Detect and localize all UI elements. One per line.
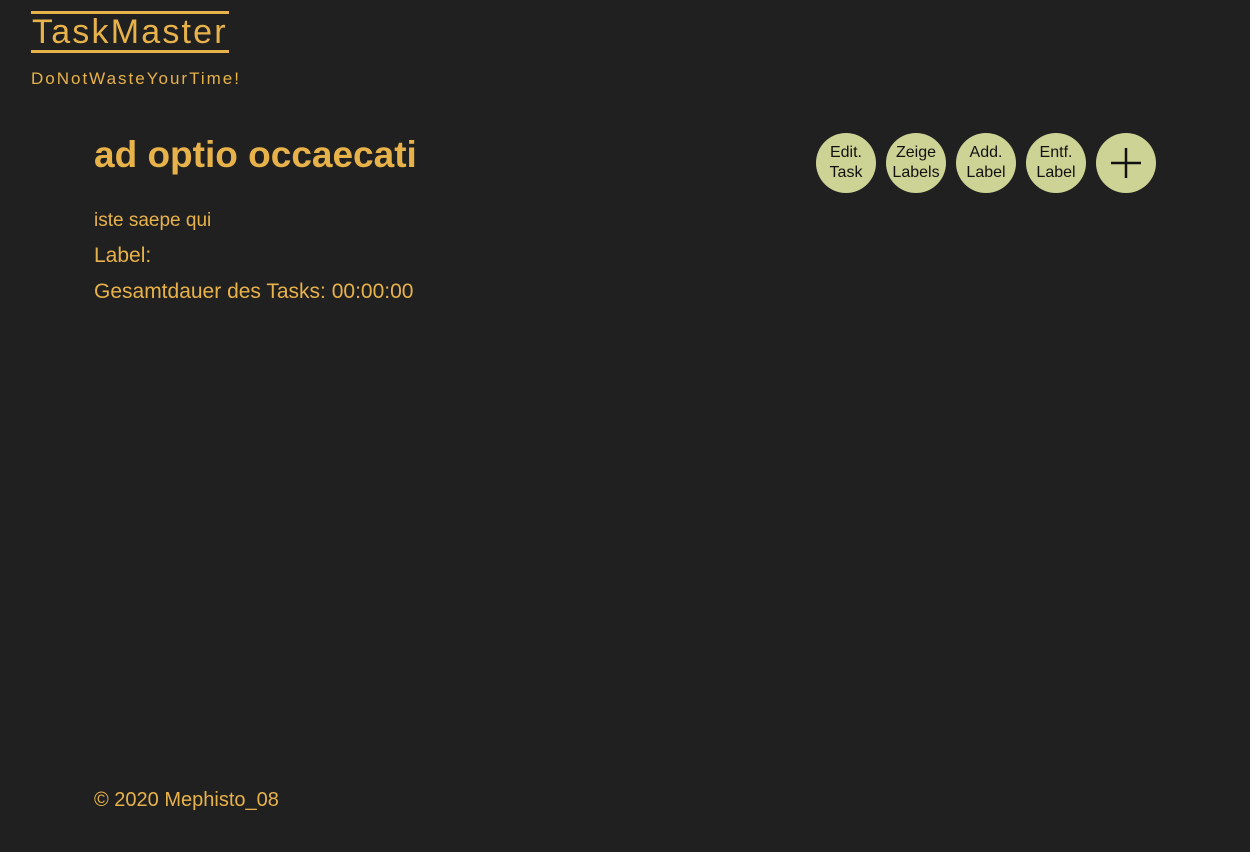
task-actions: Edit. Task Zeige Labels Add. Label Entf.…: [816, 133, 1156, 193]
show-labels-button-label: Zeige Labels: [892, 144, 940, 181]
remove-label-button[interactable]: Entf. Label: [1026, 133, 1086, 193]
footer-copyright: © 2020 Mephisto_08: [94, 789, 279, 811]
page: TaskMaster DoNotWasteYourTime! ad optio …: [0, 0, 1250, 852]
add-label-button[interactable]: Add. Label: [956, 133, 1016, 193]
edit-task-button[interactable]: Edit. Task: [816, 133, 876, 193]
app-logo-link[interactable]: TaskMaster: [31, 11, 229, 53]
remove-label-button-label: Entf. Label: [1036, 144, 1076, 181]
task-duration: Gesamtdauer des Tasks: 00:00:00: [94, 280, 414, 303]
add-label-button-label: Add. Label: [966, 144, 1006, 181]
brand: TaskMaster DoNotWasteYourTime!: [31, 11, 241, 89]
edit-task-button-label: Edit. Task: [829, 144, 863, 181]
show-labels-button[interactable]: Zeige Labels: [886, 133, 946, 193]
add-button[interactable]: [1096, 133, 1156, 193]
plus-icon: [1111, 148, 1141, 178]
tagline: DoNotWasteYourTime!: [31, 69, 241, 88]
task-description: iste saepe qui: [94, 210, 212, 231]
task-title: ad optio occaecati: [94, 134, 417, 175]
task-label: Label:: [94, 244, 152, 267]
